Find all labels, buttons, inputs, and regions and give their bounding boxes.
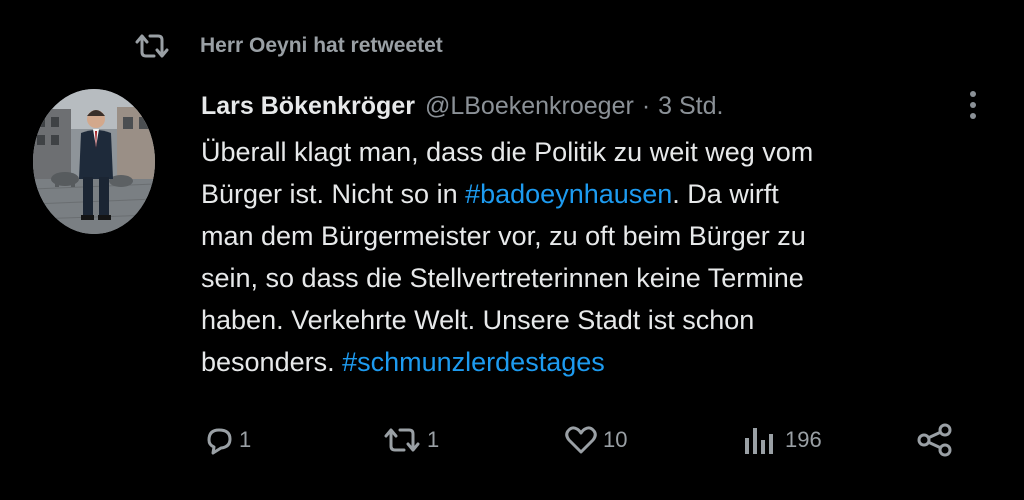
reply-icon <box>207 428 232 455</box>
like-count: 10 <box>603 427 628 452</box>
like-button[interactable]: 10 <box>563 418 627 462</box>
tweet-text-segment: . Da wirft <box>672 179 779 209</box>
retweet-button[interactable]: 1 <box>383 418 439 462</box>
reply-count: 1 <box>239 427 252 452</box>
reply-button[interactable]: 1 <box>203 418 251 462</box>
heart-icon <box>565 426 597 454</box>
tweet-text-segment: haben. Verkehrte Welt. Unsere Stadt ist … <box>201 305 755 335</box>
hashtag-link[interactable]: #schmunzlerdestages <box>342 347 605 377</box>
tweet-text-segment: sein, so dass die Stellvertreterinnen ke… <box>201 263 804 293</box>
more-options-button[interactable] <box>958 87 988 123</box>
tweet-line: Bürger ist. Nicht so in #badoeynhausen. … <box>201 173 981 215</box>
retweet-icon <box>134 32 170 60</box>
hashtag-link[interactable]: #badoeynhausen <box>465 179 672 209</box>
author-name[interactable]: Lars Bökenkröger <box>201 92 415 121</box>
tweet-line: Überall klagt man, dass die Politik zu w… <box>201 131 981 173</box>
views-icon <box>745 428 773 454</box>
tweet-text: Überall klagt man, dass die Politik zu w… <box>201 131 981 383</box>
author-handle[interactable]: @LBoekenkroeger <box>425 92 634 121</box>
tweet-line: sein, so dass die Stellvertreterinnen ke… <box>201 257 981 299</box>
share-icon <box>917 423 952 457</box>
retweet-count: 1 <box>427 427 440 452</box>
retweet-banner-text: Herr Oeyni hat retweetet <box>200 34 443 57</box>
views-button[interactable]: 196 <box>741 418 822 462</box>
tweet-text-segment: man dem Bürgermeister vor, zu oft beim B… <box>201 221 806 251</box>
action-bar: 1 1 10 196 <box>0 418 1024 462</box>
tweet-header: Lars Bökenkröger @LBoekenkroeger · 3 Std… <box>201 88 723 124</box>
tweet-time[interactable]: 3 Std. <box>658 92 723 121</box>
tweet-text-segment: besonders. <box>201 347 343 377</box>
avatar[interactable] <box>33 89 155 234</box>
more-dots-icon <box>970 91 976 119</box>
retweet-banner[interactable]: Herr Oeyni hat retweetet <box>134 30 443 62</box>
separator-dot: · <box>641 91 651 120</box>
tweet-line: besonders. #schmunzlerdestages <box>201 341 981 383</box>
tweet-text-segment: Überall klagt man, dass die Politik zu w… <box>201 137 814 167</box>
tweet-line: man dem Bürgermeister vor, zu oft beim B… <box>201 215 981 257</box>
views-count: 196 <box>785 427 822 452</box>
tweet-text-segment: Bürger ist. Nicht so in <box>201 179 466 209</box>
share-button[interactable] <box>915 418 955 462</box>
tweet-line: haben. Verkehrte Welt. Unsere Stadt ist … <box>201 299 981 341</box>
retweet-icon <box>384 428 420 452</box>
